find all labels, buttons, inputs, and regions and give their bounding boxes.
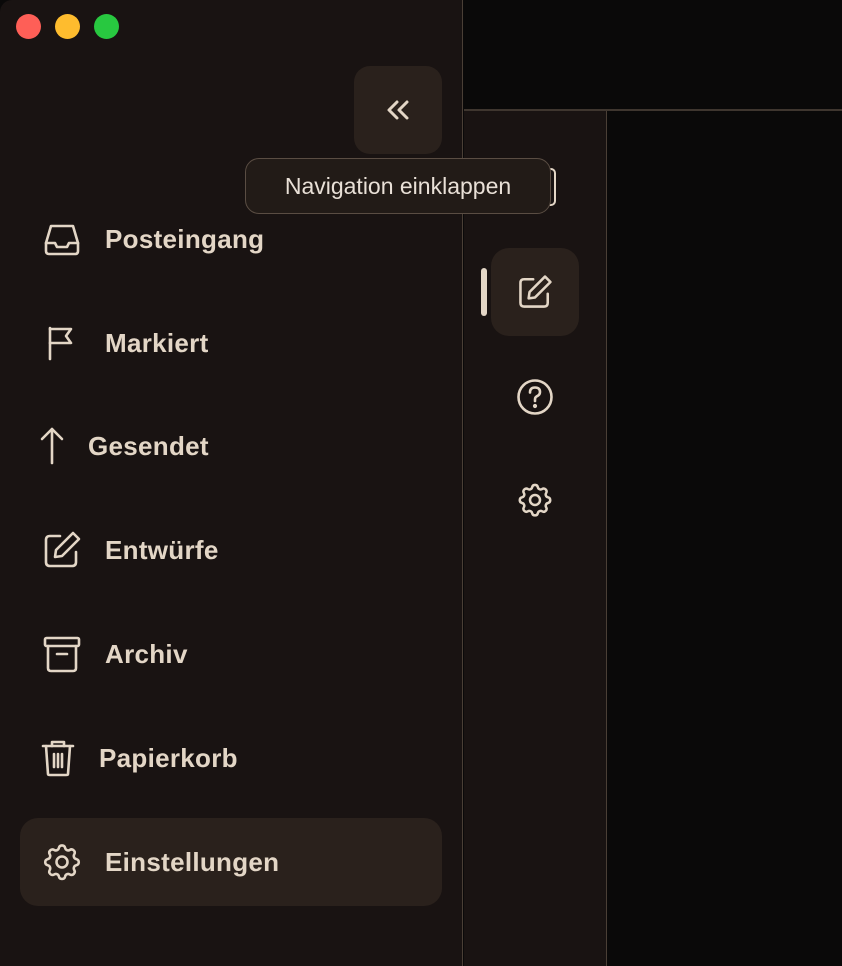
main-content xyxy=(607,111,842,966)
window-controls xyxy=(16,14,119,39)
rail-help-button[interactable] xyxy=(491,353,579,441)
arrow-up-icon xyxy=(30,424,74,468)
edit-icon xyxy=(40,528,84,572)
minimize-window-button[interactable] xyxy=(55,14,80,39)
flag-icon xyxy=(40,321,84,365)
sidebar-item-entwuerfe[interactable]: Entwürfe xyxy=(20,506,442,594)
compose-icon xyxy=(515,272,555,312)
gear-icon xyxy=(515,480,555,520)
help-icon xyxy=(515,377,555,417)
sidebar-item-papierkorb[interactable]: Papierkorb xyxy=(20,714,442,802)
sidebar-item-label: Entwürfe xyxy=(105,534,219,565)
close-window-button[interactable] xyxy=(16,14,41,39)
trash-icon xyxy=(36,736,80,780)
collapse-navigation-tooltip: Navigation einklappen xyxy=(245,158,551,214)
sidebar-item-markiert[interactable]: Markiert xyxy=(20,299,442,387)
sidebar-item-label: Archiv xyxy=(105,638,188,669)
chevrons-left-icon xyxy=(385,99,411,121)
sidebar-item-label: Posteingang xyxy=(105,223,265,254)
sidebar-item-label: Gesendet xyxy=(88,430,209,461)
rail-settings-button[interactable] xyxy=(491,456,579,544)
sidebar: Posteingang Markiert Gesendet Entwürfe A… xyxy=(0,0,463,966)
sidebar-item-label: Einstellungen xyxy=(105,846,280,877)
zoom-window-button[interactable] xyxy=(94,14,119,39)
rail-compose-button[interactable] xyxy=(491,248,579,336)
inbox-icon xyxy=(40,217,84,261)
gear-icon xyxy=(40,840,84,884)
sidebar-item-archiv[interactable]: Archiv xyxy=(20,610,442,698)
sidebar-item-einstellungen[interactable]: Einstellungen xyxy=(20,818,442,906)
rail-active-indicator xyxy=(481,268,487,316)
archive-icon xyxy=(40,632,84,676)
collapse-navigation-button[interactable] xyxy=(354,66,442,154)
sidebar-item-gesendet[interactable]: Gesendet xyxy=(20,402,442,490)
sidebar-item-label: Markiert xyxy=(105,327,209,358)
sidebar-item-label: Papierkorb xyxy=(99,742,238,773)
